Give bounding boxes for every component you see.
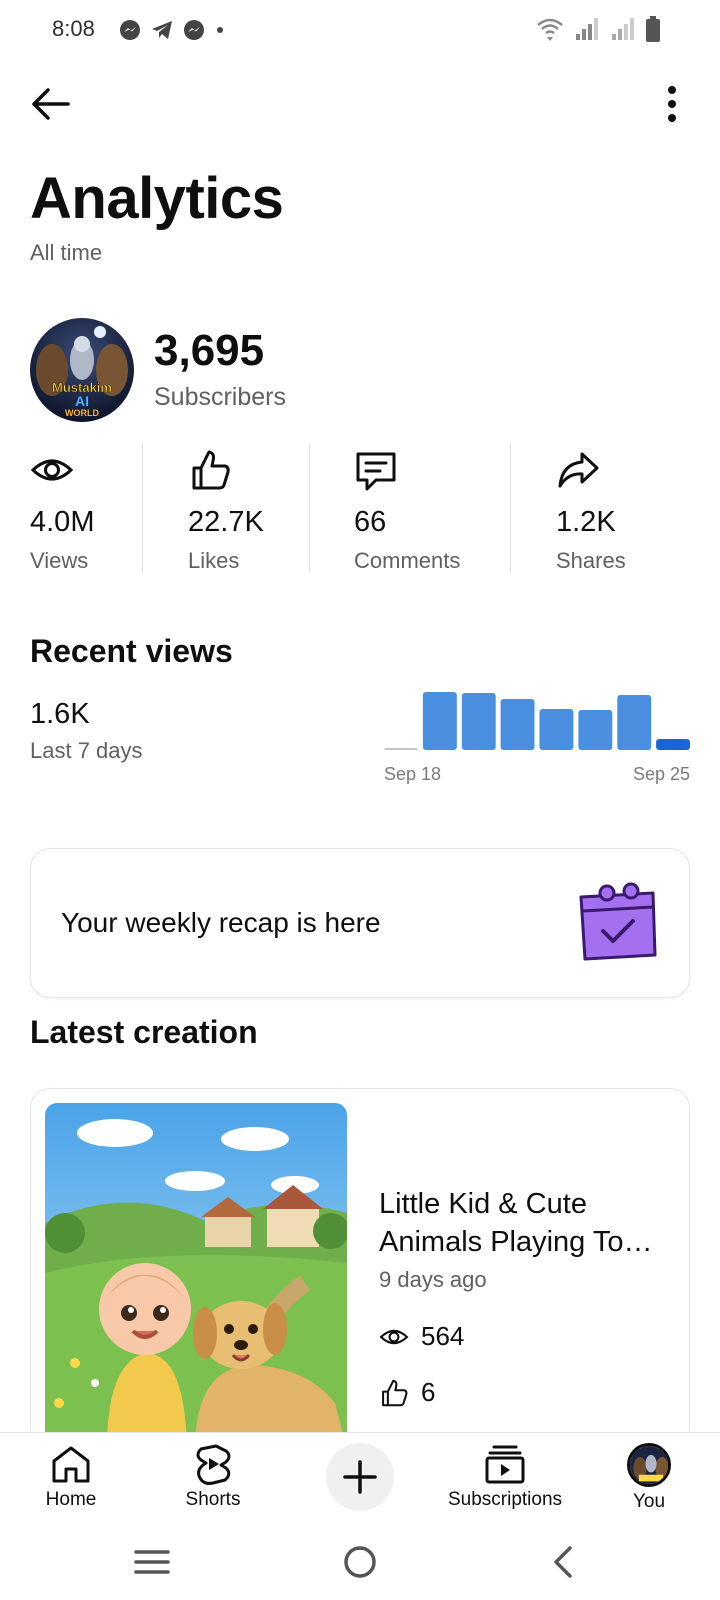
- channel-avatar[interactable]: Mustakim AI WORLD: [30, 318, 134, 422]
- chart-bar: [539, 709, 574, 750]
- bottom-navigation: Home Shorts Subscriptions You: [0, 1432, 720, 1524]
- bar-chart: Sep 18 Sep 25: [384, 692, 690, 784]
- chart-bar: [656, 739, 690, 750]
- recap-text: Your weekly recap is here: [61, 907, 381, 938]
- calendar-check-icon: [579, 882, 657, 961]
- stat-label: Views: [30, 548, 89, 573]
- system-navigation-bar: [0, 1524, 720, 1600]
- wifi-icon: [537, 18, 563, 41]
- chevron-left-icon: [554, 1546, 572, 1578]
- stat-label: Comments: [354, 548, 461, 573]
- you-avatar: [627, 1443, 671, 1487]
- chart-bar: [384, 748, 418, 750]
- status-bar: 8:08: [0, 0, 720, 60]
- more-options-button[interactable]: [660, 84, 684, 124]
- video-age: 9 days ago: [379, 1267, 487, 1292]
- recent-apps-icon: [134, 1550, 170, 1574]
- svg-text:WORLD: WORLD: [65, 408, 99, 418]
- plus-icon: [343, 1460, 377, 1494]
- video-views-count: 564: [421, 1321, 465, 1351]
- latest-creation-title: Latest creation: [30, 1014, 258, 1050]
- divider: [309, 444, 310, 572]
- arrow-left-icon: [32, 88, 70, 120]
- battery-icon: [646, 16, 660, 42]
- subscriber-count: 3,695: [154, 326, 265, 375]
- nav-you[interactable]: You: [584, 1443, 714, 1521]
- status-notification-icons: [118, 18, 226, 42]
- status-system-icons: [536, 16, 660, 42]
- back-system-button[interactable]: [534, 1542, 594, 1582]
- nav-label: You: [632, 1491, 666, 1512]
- video-likes-count: 6: [421, 1377, 436, 1407]
- svg-text:AI: AI: [75, 393, 89, 409]
- more-vertical-icon: [668, 86, 676, 122]
- nav-shorts[interactable]: Shorts: [148, 1443, 278, 1521]
- create-button[interactable]: [326, 1443, 394, 1511]
- period-label: All time: [30, 240, 103, 265]
- thumbs-up-icon: [382, 1379, 408, 1406]
- video-likes: 6: [379, 1377, 435, 1408]
- home-system-button[interactable]: [330, 1542, 390, 1582]
- video-title: Little Kid & Cute Animals Playing To…: [379, 1188, 653, 1258]
- divider: [142, 444, 143, 572]
- stat-label: Shares: [556, 548, 626, 573]
- latest-video-card[interactable]: Little Kid & Cute Animals Playing To… 9 …: [30, 1088, 690, 1448]
- chart-bar: [500, 699, 535, 750]
- divider: [510, 444, 511, 572]
- x-axis-end-label: Sep 25: [633, 764, 690, 784]
- chart-bar: [422, 692, 457, 750]
- home-circle-icon: [344, 1546, 376, 1578]
- stat-value: 4.0M: [30, 506, 95, 538]
- nav-subscriptions[interactable]: Subscriptions: [430, 1443, 580, 1521]
- x-axis-start-label: Sep 18: [384, 764, 441, 784]
- share-icon: [558, 452, 599, 488]
- stat-value: 66: [354, 506, 387, 538]
- chart-bar: [461, 693, 496, 750]
- subscriptions-icon: [485, 1445, 525, 1484]
- home-icon: [52, 1446, 90, 1483]
- shorts-icon: [196, 1444, 231, 1485]
- subscriber-label: Subscribers: [154, 383, 286, 411]
- recent-views-chart[interactable]: Sep 18 Sep 25: [384, 690, 690, 790]
- signal-icon: [576, 18, 598, 40]
- chart-bar: [578, 710, 613, 750]
- thumbs-up-icon: [192, 450, 230, 490]
- telegram-icon: [152, 21, 172, 39]
- comment-icon: [356, 452, 396, 491]
- chart-bar: [617, 695, 652, 750]
- messenger-icon: [184, 20, 204, 40]
- messenger-icon: [120, 20, 140, 40]
- signal-icon: [612, 18, 634, 40]
- stats-row: 4.0M Views 22.7K Likes 66 Comments 1.2K …: [0, 444, 720, 574]
- nav-label: Subscriptions: [447, 1489, 563, 1510]
- eye-icon: [379, 1329, 409, 1344]
- nav-label: Home: [45, 1489, 97, 1510]
- recent-views-period: Last 7 days: [30, 738, 143, 763]
- status-time: 8:08: [52, 16, 95, 41]
- stat-value: 22.7K: [188, 506, 264, 538]
- page-title: Analytics: [30, 166, 284, 231]
- back-button[interactable]: [30, 86, 72, 122]
- nav-home[interactable]: Home: [6, 1443, 136, 1521]
- recent-views-title: Recent views: [30, 633, 233, 669]
- stat-value: 1.2K: [556, 506, 616, 538]
- eye-icon: [30, 459, 74, 481]
- recent-views-value: 1.6K: [30, 698, 90, 730]
- weekly-recap-card[interactable]: Your weekly recap is here: [30, 848, 690, 998]
- stat-label: Likes: [188, 548, 240, 573]
- nav-label: Shorts: [185, 1489, 241, 1510]
- more-notifications-dot-icon: [217, 27, 223, 33]
- video-views: 564: [379, 1321, 464, 1352]
- recent-apps-button[interactable]: [122, 1542, 182, 1582]
- video-thumbnail: [45, 1103, 347, 1447]
